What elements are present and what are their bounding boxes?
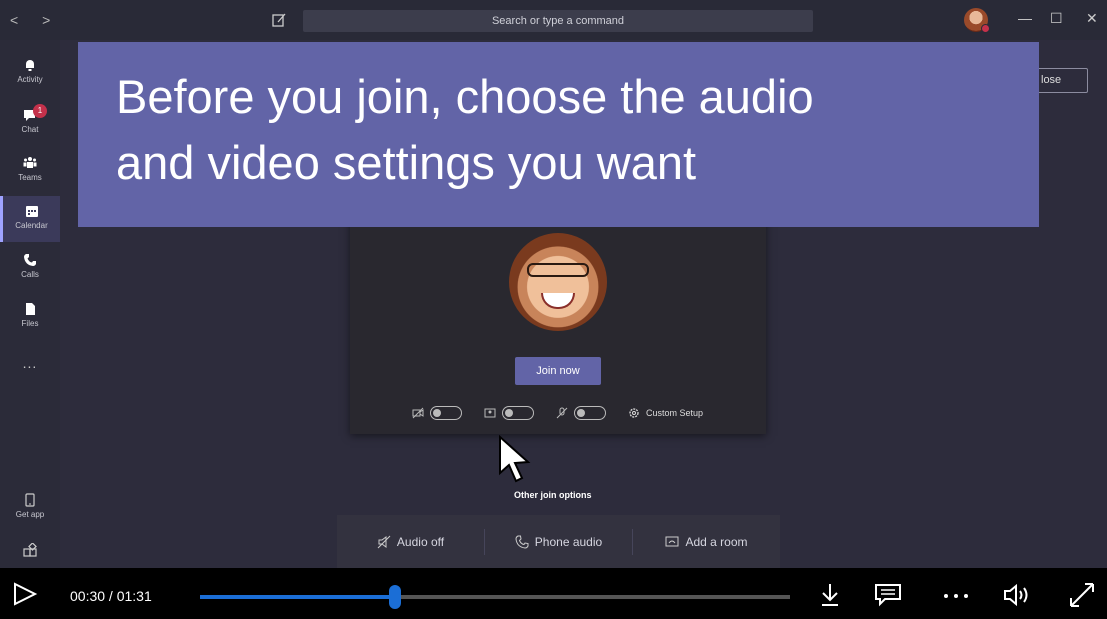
calendar-icon [25, 206, 38, 217]
apps-icon [23, 543, 37, 557]
avatar-smile [541, 293, 575, 309]
caption-line-2: and video settings you want [116, 136, 697, 189]
join-now-button[interactable]: Join now [515, 357, 601, 385]
minimize-icon[interactable]: — [1018, 10, 1032, 26]
rail-item-chat[interactable]: 1 Chat [0, 100, 60, 146]
speaker-off-icon [377, 535, 391, 548]
caption-banner: Before you join, choose the audio and vi… [78, 42, 1039, 227]
back-forward-arrows[interactable]: < > [10, 12, 60, 28]
compose-icon[interactable] [271, 12, 287, 28]
rail-item-label: Calendar [15, 221, 48, 230]
captions-icon[interactable] [873, 582, 903, 608]
play-icon[interactable] [12, 582, 38, 606]
rail-item-label: Activity [17, 75, 43, 84]
caption-line-1: Before you join, choose the audio [116, 70, 814, 123]
camera-toggle[interactable] [430, 406, 462, 420]
option-label: Audio off [396, 534, 445, 549]
seek-handle[interactable] [388, 585, 401, 609]
volume-icon[interactable] [1003, 582, 1033, 608]
rail-item-calls[interactable]: Calls [0, 245, 60, 291]
mic-off-icon [556, 407, 568, 419]
avatar-glasses [527, 263, 589, 277]
mic-toggle[interactable] [574, 406, 606, 420]
chat-badge: 1 [33, 104, 47, 118]
rail-item-label: Chat [21, 125, 39, 134]
other-join-options-bar: Audio off Phone audio Add a room [337, 515, 780, 568]
background-blur-icon [484, 408, 496, 418]
phone-icon [24, 254, 36, 266]
playback-time: 00:30 / 01:31 [70, 588, 152, 604]
user-video-avatar [509, 233, 607, 331]
rail-item-label: Teams [18, 173, 42, 182]
close-window-icon[interactable]: ✕ [1086, 10, 1098, 27]
more-apps-button[interactable]: ... [0, 355, 60, 371]
bell-icon [26, 60, 34, 71]
other-join-options-heading: Other join options [514, 490, 592, 500]
prejoin-card: Join now Custom Setup [350, 200, 766, 434]
seek-bar[interactable] [200, 585, 790, 609]
room-display-icon [665, 536, 679, 546]
phone-audio-option[interactable]: Phone audio [485, 528, 633, 555]
phone-icon [515, 535, 529, 549]
gear-icon [629, 408, 639, 418]
option-label: Add a room [685, 534, 748, 549]
mouse-cursor-icon [499, 435, 531, 483]
status-dot-icon [981, 24, 990, 33]
teams-icon [23, 157, 37, 168]
seek-progress [200, 595, 395, 599]
device-icon [25, 493, 35, 507]
download-icon[interactable] [815, 582, 845, 608]
search-input[interactable]: Search or type a command [303, 10, 813, 32]
custom-setup-link[interactable]: Custom Setup [646, 408, 703, 418]
rail-item-calendar[interactable]: Calendar [0, 196, 60, 242]
rail-item-label: Files [21, 319, 39, 328]
add-room-option[interactable]: Add a room [633, 529, 780, 555]
rail-item-activity[interactable]: Activity [0, 50, 60, 96]
option-label: Phone audio [534, 534, 603, 549]
file-icon [26, 303, 35, 315]
rail-item-get-app[interactable]: Get app [0, 485, 60, 531]
title-bar: < > Search or type a command — ☐ ✕ [0, 0, 1107, 40]
rail-item-files[interactable]: Files [0, 294, 60, 340]
rail-item-teams[interactable]: Teams [0, 148, 60, 194]
background-blur-toggle[interactable] [502, 406, 534, 420]
app-rail: Activity 1 Chat Teams Calendar Calls Fil… [0, 40, 60, 568]
more-icon[interactable] [941, 582, 971, 608]
rail-item-store[interactable] [0, 535, 60, 568]
video-controls: 00:30 / 01:31 [0, 568, 1107, 619]
camera-off-icon [412, 407, 424, 419]
profile-avatar[interactable] [964, 8, 990, 33]
fullscreen-icon[interactable] [1067, 582, 1097, 608]
maximize-icon[interactable]: ☐ [1050, 10, 1063, 27]
audio-off-option[interactable]: Audio off [337, 528, 485, 555]
device-controls: Custom Setup [412, 405, 703, 421]
rail-item-label: Calls [21, 270, 39, 279]
rail-item-label: Get app [15, 510, 45, 519]
